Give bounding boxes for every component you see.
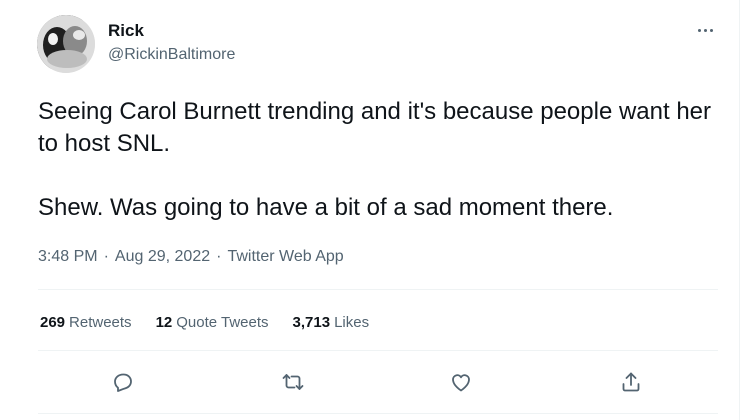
retweets-label: Retweets	[69, 314, 132, 331]
retweets-count: 269	[40, 314, 66, 331]
author-name[interactable]: Rick	[108, 20, 144, 42]
share-icon	[622, 372, 640, 392]
meta-separator: ·	[103, 248, 109, 265]
quote-tweets-count: 12	[155, 314, 173, 331]
likes-stat[interactable]: 3,713 Likes	[293, 313, 370, 333]
like-button[interactable]	[447, 368, 475, 396]
tweet-stats: 269 Retweets 12 Quote Tweets 3,713 Likes	[40, 313, 393, 333]
more-dot	[703, 28, 707, 32]
more-icon[interactable]	[695, 24, 715, 36]
more-dot	[709, 28, 713, 32]
retweet-button[interactable]	[279, 368, 307, 396]
like-icon	[452, 374, 470, 392]
avatar[interactable]	[37, 15, 95, 73]
reply-icon	[114, 373, 132, 392]
quote-tweets-label: Quote Tweets	[176, 314, 269, 331]
retweet-icon	[282, 374, 304, 390]
share-button[interactable]	[617, 368, 645, 396]
tweet-card: Rick @RickinBaltimore Seeing Carol Burne…	[0, 0, 748, 420]
more-dot	[697, 28, 701, 32]
divider	[38, 413, 718, 414]
retweets-stat[interactable]: 269 Retweets	[40, 313, 132, 333]
card-border	[739, 0, 740, 420]
author-handle[interactable]: @RickinBaltimore	[108, 45, 235, 65]
quote-tweets-stat[interactable]: 12 Quote Tweets	[156, 313, 269, 333]
tweet-time[interactable]: 3:48 PM	[38, 248, 98, 265]
likes-label: Likes	[334, 314, 370, 331]
likes-count: 3,713	[292, 314, 331, 331]
tweet-text: Seeing Carol Burnett trending and it's b…	[38, 98, 712, 221]
tweet-source[interactable]: Twitter Web App	[227, 248, 343, 265]
tweet-metadata: 3:48 PM · Aug 29, 2022 · Twitter Web App	[38, 247, 344, 267]
reply-button[interactable]	[109, 368, 137, 396]
avatar-image	[37, 15, 95, 73]
meta-separator: ·	[216, 248, 222, 265]
divider	[38, 350, 718, 351]
divider	[38, 289, 718, 290]
tweet-date[interactable]: Aug 29, 2022	[115, 248, 210, 265]
